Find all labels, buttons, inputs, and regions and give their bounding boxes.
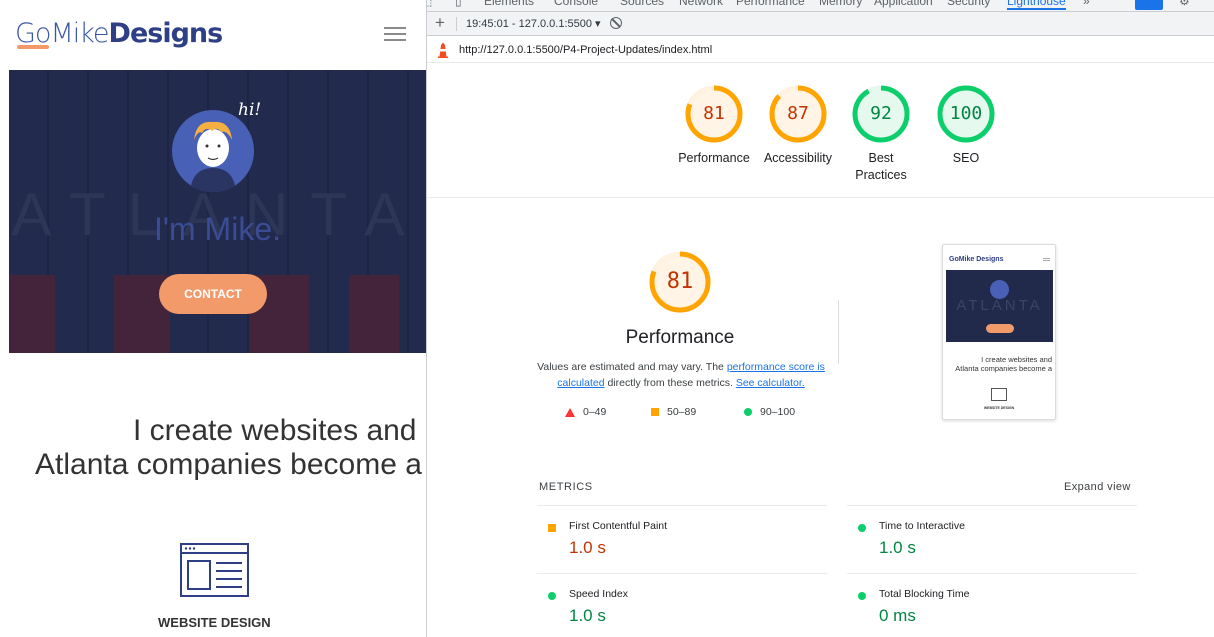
thumb-menu-icon [1043, 258, 1050, 259]
clear-reports-icon[interactable] [610, 17, 622, 29]
report-url: http://127.0.0.1:5500/P4-Project-Updates… [459, 44, 713, 56]
site-header: GoMikeDesigns [0, 0, 426, 70]
legend-fail: 0–49 [565, 406, 606, 418]
thumb-website-design-icon [991, 388, 1007, 401]
metric-value: 1.0 s [569, 606, 606, 625]
tab-lighthouse[interactable]: Lighthouse [1007, 0, 1066, 10]
gauge-best-practices[interactable]: 92 Best Practices [851, 84, 911, 184]
inspect-icon[interactable]: ⬚ [427, 0, 432, 8]
thumb-contact-button [986, 324, 1014, 333]
metric-name: Speed Index [569, 588, 628, 600]
report-selector[interactable]: 19:45:01 - 127.0.0.1:5500 ▾ [466, 17, 601, 30]
performance-description: Values are estimated and may vary. The p… [537, 361, 825, 389]
gauge-score: 100 [949, 103, 983, 124]
gauge-score: 81 [703, 103, 725, 124]
devtools-panel: ⬚ ▯ Elements Console Sources Network Per… [426, 0, 1214, 637]
thumb-service-label: WEBSITE DESIGN [983, 406, 1015, 410]
metric-time-to-interactive: Time to Interactive 1.0 s [847, 519, 1137, 585]
report-url-bar: http://127.0.0.1:5500/P4-Project-Updates… [427, 37, 1214, 63]
logo-underline [17, 45, 49, 49]
gauge-score: 92 [870, 103, 892, 124]
device-toolbar-icon[interactable]: ▯ [455, 0, 462, 8]
performance-title: Performance [625, 327, 735, 348]
gauge-accessibility[interactable]: 87 Accessibility [764, 84, 832, 167]
final-screenshot-thumbnail[interactable]: GoMike Designs ATLANTA I create websites… [942, 244, 1056, 420]
website-design-icon [180, 543, 249, 597]
metric-value: 1.0 s [879, 538, 916, 557]
hero-heading: I'm Mike. [154, 211, 281, 247]
metric-name: First Contentful Paint [569, 520, 668, 532]
tagline-line2: Atlanta companies become a [35, 448, 422, 481]
tab-application[interactable]: Application [874, 0, 933, 8]
avatar [172, 110, 254, 192]
gauge-score: 87 [787, 103, 809, 124]
metric-name: Total Blocking Time [879, 588, 970, 600]
tab-security[interactable]: Security [947, 0, 990, 8]
hero-mural-block [349, 275, 399, 353]
hero-greeting: hi! [238, 100, 262, 120]
thumb-tagline: I create websites and Atlanta companies b… [955, 355, 1052, 373]
settings-gear-icon[interactable]: ⚙ [1179, 0, 1190, 8]
metric-divider [847, 573, 1137, 574]
pass-circle-icon [858, 524, 866, 532]
hero-mural-block [9, 275, 55, 353]
lighthouse-toolbar: + 19:45:01 - 127.0.0.1:5500 ▾ [427, 12, 1214, 36]
more-tabs-icon[interactable]: » [1083, 0, 1090, 8]
tab-sources[interactable]: Sources [620, 0, 664, 8]
average-square-icon [548, 524, 556, 532]
service-label: WEBSITE DESIGN [158, 615, 271, 630]
pass-circle-icon [858, 592, 866, 600]
tab-memory[interactable]: Memory [819, 0, 862, 8]
metrics-header: METRICS [539, 481, 593, 493]
performance-gauge-large: 81 [648, 250, 712, 314]
tab-console[interactable]: Console [554, 0, 598, 8]
tab-network[interactable]: Network [679, 0, 723, 8]
tab-elements[interactable]: Elements [484, 0, 534, 8]
website-preview: GoMikeDesigns ATLANTA hi! I'm Mike. CONT… [0, 0, 426, 637]
expand-view-toggle[interactable]: Expand view [1064, 481, 1131, 493]
pass-circle-icon [548, 592, 556, 600]
thumb-logo: GoMike Designs [949, 256, 1004, 263]
metric-total-blocking-time: Total Blocking Time 0 ms [847, 587, 1137, 637]
legend-pass: 90–100 [744, 406, 795, 418]
thumb-hero: ATLANTA [946, 270, 1053, 342]
metric-value: 0 ms [879, 606, 916, 625]
legend-average: 50–89 [651, 406, 696, 418]
vertical-separator [838, 300, 839, 364]
new-report-plus-icon[interactable]: + [435, 13, 445, 33]
gauge-label: SEO [952, 151, 980, 165]
devtools-tab-bar: ⬚ ▯ Elements Console Sources Network Per… [427, 0, 1214, 12]
tagline-line1: I create websites and [133, 414, 417, 447]
gauge-performance[interactable]: 81 Performance [678, 84, 750, 167]
average-square-icon [651, 408, 659, 417]
thumb-hero-text: ATLANTA [956, 297, 1043, 314]
issues-badge[interactable] [1135, 0, 1163, 10]
metric-divider [537, 505, 827, 506]
logo-text-part2: Designs [108, 18, 224, 49]
gauge-seo[interactable]: 100 SEO [936, 84, 996, 167]
lighthouse-icon [438, 42, 448, 58]
see-calculator-link[interactable]: See calculator. [736, 377, 805, 389]
metric-divider [847, 505, 1137, 506]
contact-button[interactable]: CONTACT [159, 274, 267, 314]
tab-performance[interactable]: Performance [736, 0, 805, 8]
thumb-avatar [990, 280, 1009, 299]
metric-value: 1.0 s [569, 538, 606, 557]
performance-score: 81 [666, 269, 694, 294]
hero-section: ATLANTA hi! I'm Mike. CONTACT [9, 70, 426, 353]
metric-first-contentful-paint: First Contentful Paint 1.0 s [537, 519, 827, 585]
section-divider [427, 197, 1214, 198]
metric-divider [537, 573, 827, 574]
metric-speed-index: Speed Index 1.0 s [537, 587, 827, 637]
fail-triangle-icon [565, 407, 575, 417]
toolbar-separator [456, 17, 457, 31]
pass-circle-icon [744, 408, 752, 417]
metric-name: Time to Interactive [879, 520, 965, 532]
hamburger-menu-icon[interactable] [384, 27, 406, 41]
